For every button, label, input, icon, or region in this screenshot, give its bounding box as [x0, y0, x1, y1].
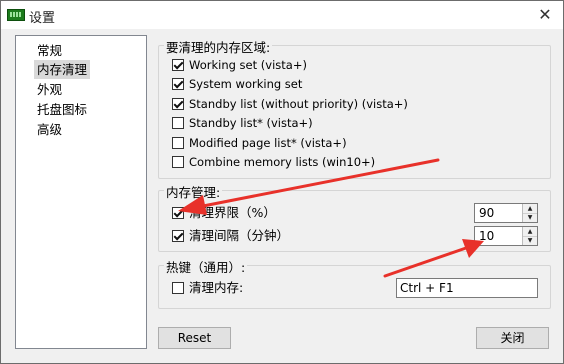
checkbox[interactable]: [172, 78, 184, 90]
checkbox[interactable]: [172, 156, 184, 168]
spin-down-icon[interactable]: ▼: [523, 213, 537, 222]
option-label: System working set: [189, 77, 303, 91]
memory-management-title: 内存管理:: [164, 182, 223, 201]
settings-nav: 常规 内存清理 外观 托盘图标 高级: [15, 35, 147, 349]
option-label: Modified page list* (vista+): [189, 136, 347, 150]
option-label: Working set (vista+): [189, 58, 307, 72]
nav-item-memory-clean[interactable]: 内存清理: [34, 60, 91, 79]
interval-label: 清理间隔（分钟）: [189, 228, 290, 243]
option-label: Standby list* (vista+): [189, 116, 313, 130]
window-title: 设置: [29, 11, 56, 26]
nav-item-tray-icon[interactable]: 托盘图标: [34, 100, 90, 119]
hotkey-title: 热键（通用）:: [164, 257, 248, 276]
threshold-value[interactable]: 90: [479, 206, 494, 220]
checkbox[interactable]: [172, 282, 184, 294]
checkbox[interactable]: [172, 207, 184, 219]
close-button[interactable]: 关闭: [476, 327, 549, 349]
memory-areas-title: 要清理的内存区域:: [164, 37, 273, 56]
interval-spinbox[interactable]: 10 ▲ ▼: [474, 226, 538, 246]
hotkey-input[interactable]: Ctrl + F1: [396, 278, 538, 298]
close-icon[interactable]: ✕: [535, 5, 555, 25]
checkbox[interactable]: [172, 59, 184, 71]
app-memory-icon: [7, 9, 25, 21]
nav-item-general[interactable]: 常规: [34, 41, 65, 60]
threshold-label: 清理界限（%）: [189, 205, 276, 220]
spin-down-icon[interactable]: ▼: [523, 236, 537, 245]
checkbox[interactable]: [172, 117, 184, 129]
interval-value[interactable]: 10: [479, 229, 494, 243]
checkbox[interactable]: [172, 230, 184, 242]
nav-item-appearance[interactable]: 外观: [34, 80, 65, 99]
title-bar: 设置 ✕: [1, 1, 563, 29]
clean-memory-label: 清理内存:: [189, 280, 244, 295]
spin-buttons: ▲ ▼: [522, 204, 537, 222]
checkbox[interactable]: [172, 137, 184, 149]
option-label: Combine memory lists (win10+): [189, 155, 376, 169]
spin-buttons: ▲ ▼: [522, 227, 537, 245]
option-label: Standby list (without priority) (vista+): [189, 97, 408, 111]
threshold-spinbox[interactable]: 90 ▲ ▼: [474, 203, 538, 223]
reset-button[interactable]: Reset: [158, 327, 231, 349]
checkbox[interactable]: [172, 98, 184, 110]
settings-window: 设置 ✕ 常规 内存清理 外观 托盘图标 高级 要清理的内存区域: Workin…: [0, 0, 564, 364]
nav-item-advanced[interactable]: 高级: [34, 120, 65, 139]
